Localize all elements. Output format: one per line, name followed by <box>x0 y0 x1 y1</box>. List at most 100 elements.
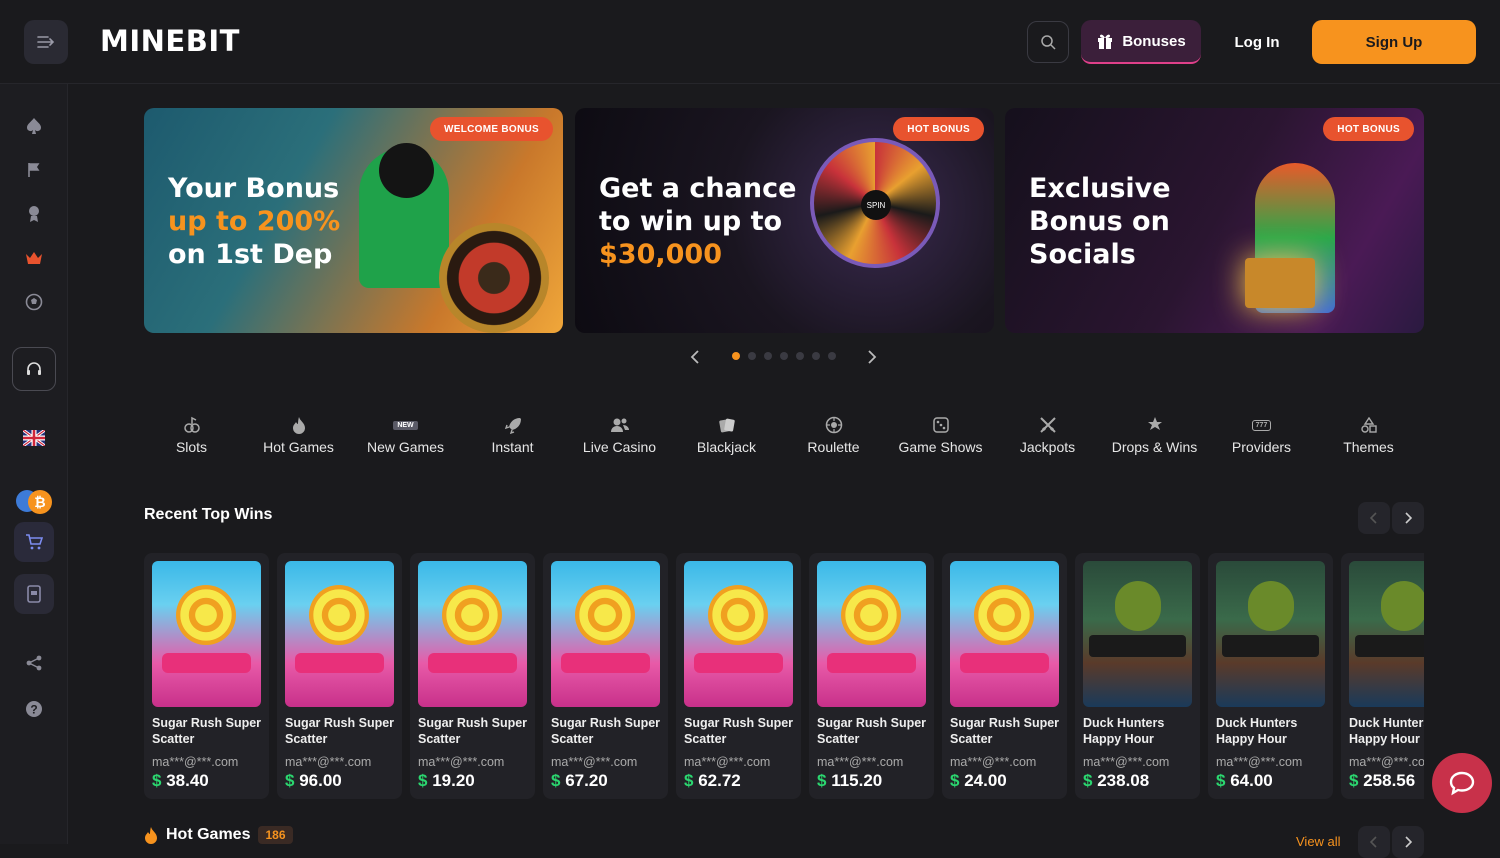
banner-hot-bonus-spin[interactable]: SPIN HOT BONUS Get a chance to win up to… <box>575 108 994 333</box>
bonuses-label: Bonuses <box>1122 32 1186 50</box>
win-card[interactable]: Sugar Rush Super Scatter ma***@***.com $ 19… <box>410 553 535 799</box>
duck-character-art <box>1248 581 1294 631</box>
win-card[interactable]: Duck Hunters Happy Hour ma***@***.com $ 64.… <box>1208 553 1333 799</box>
roulette-wheel-art <box>439 223 549 333</box>
flag-icon[interactable] <box>22 158 46 182</box>
signup-button[interactable]: Sign Up <box>1312 20 1476 64</box>
game-thumbnail[interactable] <box>152 561 261 707</box>
recent-wins-title: Recent Top Wins <box>144 506 273 523</box>
bonuses-button[interactable]: Bonuses <box>1081 20 1201 64</box>
winner-user: ma***@***.com <box>1083 755 1170 769</box>
category-drops-wins[interactable]: Drops & Wins <box>1101 414 1208 455</box>
hot-next-button[interactable] <box>1392 826 1424 858</box>
character-head <box>379 143 434 198</box>
carousel-prev-button[interactable] <box>690 350 700 369</box>
football-icon[interactable] <box>22 290 46 314</box>
category-game-shows[interactable]: Game Shows <box>887 414 994 455</box>
wins-prev-button[interactable] <box>1358 502 1390 534</box>
game-name: Sugar Rush Super Scatter <box>817 716 927 746</box>
gift-icon <box>1098 34 1113 49</box>
win-card[interactable]: Sugar Rush Super Scatter ma***@***.com $ 67… <box>543 553 668 799</box>
trophy-icon[interactable] <box>22 202 46 226</box>
game-thumbnail[interactable] <box>684 561 793 707</box>
carousel-dots <box>732 352 836 360</box>
category-roulette[interactable]: Roulette <box>780 414 887 455</box>
wallet-button[interactable] <box>14 574 54 614</box>
win-card[interactable]: Duck Hunters Happy Hour ma***@***.com $ 238… <box>1075 553 1200 799</box>
game-thumbnail[interactable] <box>817 561 926 707</box>
shapes-icon <box>1315 414 1422 436</box>
crypto-icon[interactable]: ₿ <box>16 490 56 514</box>
wins-next-button[interactable] <box>1392 502 1424 534</box>
chevron-right-icon <box>1405 836 1412 848</box>
carousel-dot[interactable] <box>748 352 756 360</box>
rocket-icon <box>459 414 566 436</box>
deposit-cart-button[interactable] <box>14 522 54 562</box>
category-providers[interactable]: 777 Providers <box>1208 414 1315 455</box>
category-label: Jackpots <box>1019 439 1076 455</box>
crown-icon[interactable] <box>22 246 46 270</box>
help-icon[interactable]: ? <box>22 697 46 721</box>
category-live-casino[interactable]: Live Casino <box>566 414 673 455</box>
search-button[interactable] <box>1027 21 1069 63</box>
spade-icon[interactable] <box>22 114 46 138</box>
win-card[interactable]: Duck HuntersHappy Hour ma***@***.com $ 258… <box>1341 553 1424 799</box>
slots-icon <box>138 414 245 436</box>
share-icon[interactable] <box>22 651 46 675</box>
win-card[interactable]: Sugar Rush Super Scatter ma***@***.com $ 62… <box>676 553 801 799</box>
game-thumbnail[interactable] <box>285 561 394 707</box>
carousel-dot[interactable] <box>764 352 772 360</box>
game-thumbnail[interactable] <box>1349 561 1424 707</box>
banner-welcome-bonus[interactable]: WELCOME BONUS Your Bonus up to 200% on 1… <box>144 108 563 333</box>
site-logo[interactable]: MINEBIT <box>100 24 240 58</box>
game-thumbnail[interactable] <box>1216 561 1325 707</box>
banner-tag: HOT BONUS <box>1323 117 1414 141</box>
live-chat-button[interactable] <box>1432 753 1492 813</box>
category-new-games[interactable]: NEW New Games <box>352 414 459 455</box>
banner-hot-bonus-socials[interactable]: HOT BONUS Exclusive Bonus on Socials <box>1005 108 1424 333</box>
svg-text:?: ? <box>30 703 37 717</box>
chevron-left-icon <box>1370 512 1377 524</box>
dice-icon <box>887 414 994 436</box>
carousel-dot[interactable] <box>812 352 820 360</box>
category-jackpots[interactable]: Jackpots <box>994 414 1101 455</box>
left-sidebar: ₿ ? <box>0 84 68 844</box>
game-logo-art <box>1355 635 1424 657</box>
sun-swirl-art <box>309 585 369 645</box>
category-themes[interactable]: Themes <box>1315 414 1422 455</box>
game-thumbnail[interactable] <box>1083 561 1192 707</box>
game-thumbnail[interactable] <box>418 561 527 707</box>
game-logo-art <box>162 653 251 673</box>
category-instant[interactable]: Instant <box>459 414 566 455</box>
carousel-next-button[interactable] <box>867 350 877 369</box>
sidebar-toggle-button[interactable] <box>24 20 68 64</box>
login-button[interactable]: Log In <box>1218 20 1296 64</box>
win-card[interactable]: Sugar Rush Super Scatter ma***@***.com $ 38… <box>144 553 269 799</box>
game-logo-art <box>827 653 916 673</box>
winner-user: ma***@***.com <box>1349 755 1424 769</box>
search-icon <box>1041 35 1056 50</box>
carousel-dot[interactable] <box>780 352 788 360</box>
drops-icon <box>1101 414 1208 436</box>
win-card[interactable]: Sugar Rush Super Scatter ma***@***.com $ 24… <box>942 553 1067 799</box>
category-slots[interactable]: Slots <box>138 414 245 455</box>
win-card[interactable]: Sugar Rush Super Scatter ma***@***.com $ 96… <box>277 553 402 799</box>
carousel-dot[interactable] <box>796 352 804 360</box>
game-name: Sugar Rush Super Scatter <box>285 716 395 746</box>
carousel-dot[interactable] <box>828 352 836 360</box>
game-thumbnail[interactable] <box>551 561 660 707</box>
providers-icon: 777 <box>1208 414 1315 436</box>
game-logo-art <box>561 653 650 673</box>
category-blackjack[interactable]: Blackjack <box>673 414 780 455</box>
banner-title: Your Bonus up to 200% on 1st Dep <box>168 173 341 270</box>
category-hot-games[interactable]: Hot Games <box>245 414 352 455</box>
carousel-dot[interactable] <box>732 352 740 360</box>
win-card[interactable]: Sugar Rush Super Scatter ma***@***.com $ 11… <box>809 553 934 799</box>
support-button[interactable] <box>12 347 56 391</box>
game-thumbnail[interactable] <box>950 561 1059 707</box>
hot-prev-button[interactable] <box>1358 826 1390 858</box>
uk-flag-icon[interactable] <box>22 426 46 450</box>
roulette-icon <box>780 414 887 436</box>
fire-icon <box>145 827 157 844</box>
view-all-link[interactable]: View all <box>1296 834 1341 849</box>
